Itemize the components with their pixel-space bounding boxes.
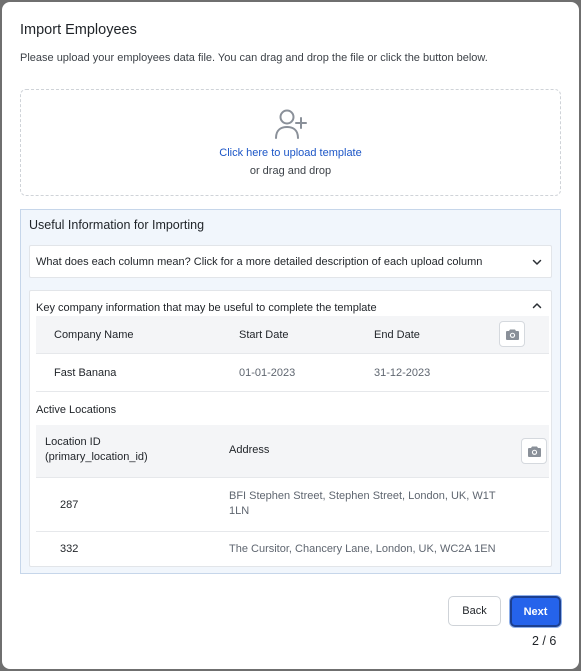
import-employees-modal: Import Employees Please upload your empl… (2, 2, 579, 669)
add-user-icon (275, 109, 307, 139)
drag-drop-text: or drag and drop (249, 165, 332, 177)
company-info-label: Key company information that may be usef… (36, 302, 377, 314)
active-locations-title: Active Locations (36, 404, 117, 416)
company-info-accordion: Key company information that may be usef… (29, 290, 552, 567)
screenshot-button[interactable] (521, 438, 547, 464)
end-date-cell: 31-12-2023 (374, 367, 431, 379)
step-indicator: 2 / 6 (532, 634, 557, 648)
table-row: 332 The Cursitor, Chancery Lane, London,… (36, 532, 549, 566)
company-name-cell: Fast Banana (54, 367, 117, 379)
column-help-accordion[interactable]: What does each column mean? Click for a … (29, 245, 552, 278)
column-header: Start Date (239, 329, 289, 341)
address-cell: BFI Stephen Street, Stephen Street, Lond… (229, 490, 496, 502)
start-date-cell: 01-01-2023 (239, 367, 296, 379)
location-id-cell: 287 (60, 499, 79, 511)
column-header: End Date (374, 329, 420, 341)
chevron-down-icon (532, 259, 542, 265)
useful-info-panel: Useful Information for Importing What do… (20, 209, 561, 574)
screenshot-button[interactable] (499, 321, 525, 347)
location-id-cell: 332 (60, 543, 79, 555)
table-row: Fast Banana 01-01-2023 31-12-2023 (36, 353, 549, 392)
column-header: Location ID (45, 436, 101, 448)
column-header-sub: (primary_location_id) (45, 451, 148, 463)
address-cell-continued: 1LN (229, 505, 250, 517)
camera-icon (528, 446, 541, 457)
company-table-header: Company Name Start Date End Date (36, 316, 549, 353)
locations-table-header: Location ID (primary_location_id) Addres… (36, 425, 549, 477)
modal-description: Please upload your employees data file. … (20, 52, 488, 64)
useful-info-title: Useful Information for Importing (29, 218, 205, 232)
upload-dropzone[interactable]: Click here to upload template or drag an… (20, 89, 561, 196)
camera-icon (506, 329, 519, 340)
chevron-up-icon (532, 303, 542, 309)
next-button[interactable]: Next (510, 596, 561, 627)
column-help-label: What does each column mean? Click for a … (36, 256, 483, 268)
upload-template-link[interactable]: Click here to upload template (21, 147, 560, 159)
column-header: Address (229, 444, 270, 456)
table-row: 287 BFI Stephen Street, Stephen Street, … (36, 477, 549, 532)
back-button[interactable]: Back (448, 596, 501, 626)
column-header: Company Name (54, 329, 134, 341)
address-cell: The Cursitor, Chancery Lane, London, UK,… (229, 543, 496, 555)
modal-title: Import Employees (20, 22, 137, 38)
